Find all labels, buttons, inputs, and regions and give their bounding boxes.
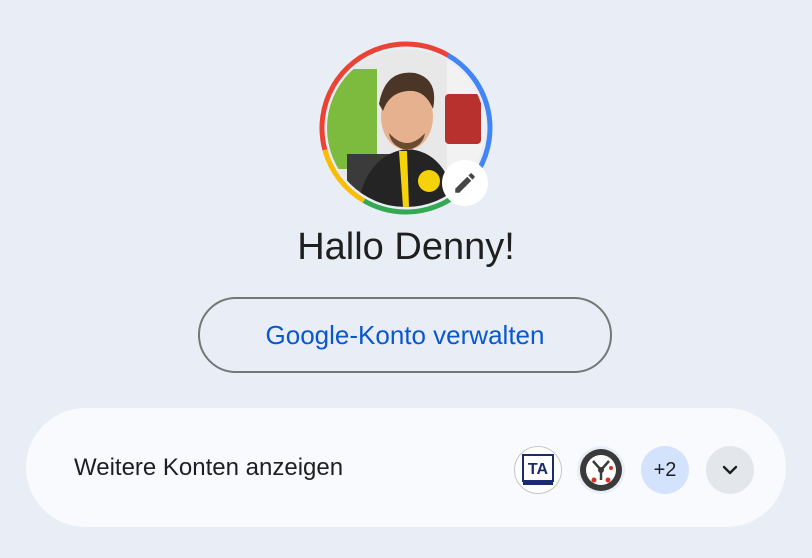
manage-account-button[interactable]: Google-Konto verwalten bbox=[198, 297, 612, 373]
chevron-down-icon bbox=[722, 465, 738, 475]
techarena-logo-text: TA bbox=[528, 461, 549, 478]
pencil-icon bbox=[455, 173, 475, 193]
more-accounts-badge: +2 bbox=[641, 446, 689, 494]
account-avatar-gauge bbox=[577, 446, 625, 494]
account-avatar-techarena: TA bbox=[514, 446, 562, 494]
profile-avatar[interactable] bbox=[318, 40, 494, 216]
other-accounts-toggle[interactable]: Weitere Konten anzeigen TA +2 bbox=[26, 408, 786, 527]
expand-accounts-button[interactable] bbox=[706, 446, 754, 494]
edit-photo-button[interactable] bbox=[442, 160, 488, 206]
greeting-text: Hallo Denny! bbox=[297, 226, 515, 268]
other-accounts-label: Weitere Konten anzeigen bbox=[74, 454, 344, 481]
